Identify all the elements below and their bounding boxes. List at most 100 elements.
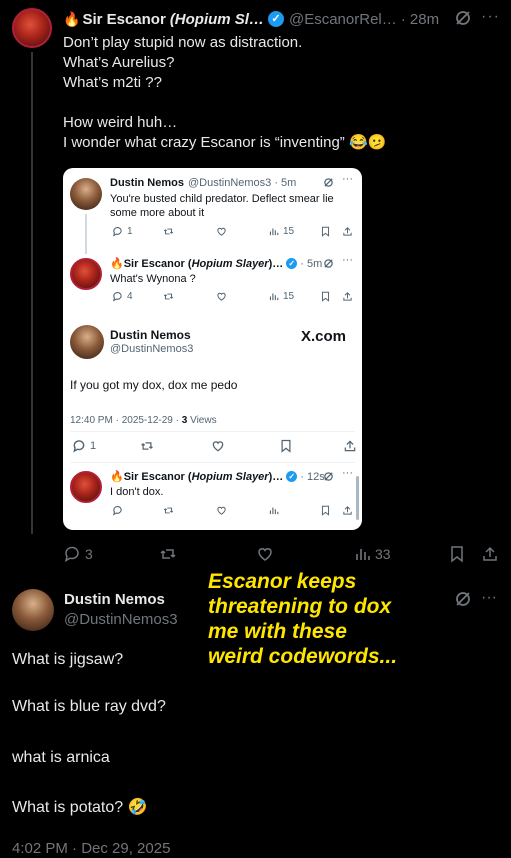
card-t3-actions: 1	[70, 439, 356, 455]
card-grok-icon	[323, 177, 334, 188]
card-verified-icon: ✓	[286, 258, 298, 269]
card-post-time: · 12s	[300, 470, 325, 483]
card-share-icon	[342, 291, 353, 302]
more-options-icon[interactable]: ···	[481, 8, 499, 26]
reply-button[interactable]: 3	[63, 545, 93, 563]
tweet-line: What’s Aurelius?	[63, 54, 175, 71]
card-author-handle: @DustinNemos3 · 5m	[187, 177, 297, 189]
reply-count: 3	[85, 546, 93, 562]
card-views-count: 15	[283, 226, 295, 237]
reply-author-name[interactable]: Dustin Nemos	[64, 591, 165, 608]
card-t1-text: You're busted child predator. Deflect sm…	[110, 193, 334, 219]
tweet-line-empty	[63, 93, 503, 113]
main-tweet-body: Don’t play stupid now as distraction. Wh…	[63, 33, 503, 153]
card-reply-count: 4	[127, 291, 133, 302]
card-divider	[70, 431, 355, 432]
tweet-line: What’s m2ti ??	[63, 74, 162, 91]
card-bookmark-icon	[279, 439, 293, 453]
reply-line: what is arnica	[12, 749, 110, 766]
card-views-count: 15	[283, 291, 295, 302]
views-button[interactable]: 33	[353, 545, 391, 563]
retweet-button[interactable]	[159, 545, 177, 563]
grok-icon[interactable]	[454, 9, 472, 27]
card-author-name: 🔥Sir Escanor (	[110, 258, 192, 270]
card-views-action: 15	[268, 291, 294, 302]
card-author-name-end: )…	[268, 470, 284, 483]
card-reply-count: 1	[127, 226, 133, 237]
verified-icon: ✓	[267, 11, 284, 27]
card-reply-count: 1	[90, 440, 97, 452]
reply-line: What is jigsaw?	[12, 651, 124, 668]
card-reply-action: 1	[112, 226, 133, 237]
card-like-icon	[216, 291, 227, 302]
card-t3-text: If you got my dox, dox me pedo	[70, 378, 238, 392]
tweet-line: Don’t play stupid now as distraction.	[63, 34, 303, 51]
xcom-badge: X.com	[301, 328, 347, 345]
card-t2-text: What's Wynona ?	[110, 273, 196, 285]
card-author-name-italic: Hopium Slayer	[191, 470, 269, 483]
card-author-name-italic: Hopium Slayer	[191, 257, 269, 270]
card-scrollbar	[356, 476, 359, 520]
card-like-icon	[216, 505, 227, 516]
card-like-icon	[216, 226, 227, 237]
main-tweet-header: 🔥 Sir Escanor (Hopium Sl… ✓ @EscanorRel……	[63, 9, 503, 29]
card-t3-meta: 12:40 PM · 2025-12-29 · 3 Views	[70, 415, 217, 426]
card-t4-text: I don't dox.	[110, 486, 164, 498]
card-t1-actions: 1 15	[110, 226, 355, 240]
avatar-dustin[interactable]	[12, 589, 54, 631]
card-retweet-icon	[163, 226, 174, 237]
main-tweet-actions: 3 33	[63, 545, 503, 565]
card-avatar-dustin	[70, 325, 104, 359]
card-avatar-escanor	[70, 471, 102, 503]
like-button[interactable]	[256, 545, 274, 563]
card-author-name: 🔥Sir Escanor (	[110, 471, 192, 483]
card-author-name: Dustin Nemos	[110, 328, 191, 342]
share-button[interactable]	[481, 545, 499, 563]
card-retweet-icon	[140, 439, 154, 453]
reply-author-handle[interactable]: @DustinNemos3	[64, 611, 178, 628]
fire-emoji: 🔥	[63, 10, 81, 27]
reply-more-options-icon[interactable]: ···	[481, 589, 499, 607]
card-more-icon: ···	[342, 173, 353, 185]
reply-line: What is potato? 🤣	[12, 799, 148, 816]
card-more-icon: ···	[342, 254, 353, 266]
card-t4-header: 🔥Sir Escanor ( Hopium Slayer )… ✓ · 12s	[110, 470, 355, 484]
avatar-escanor[interactable]	[12, 8, 52, 48]
overlay-caption: Escanor keeps threatening to dox me with…	[208, 569, 448, 669]
bookmark-button[interactable]	[448, 545, 466, 563]
card-avatar-escanor	[70, 258, 102, 290]
tweet-line: I wonder what crazy Escanor is “inventin…	[63, 134, 387, 151]
author-name-suffix[interactable]: (Hopium Sl…	[170, 11, 264, 28]
card-grok-icon	[323, 471, 334, 482]
author-handle[interactable]: @EscanorRel…	[289, 11, 397, 28]
author-name[interactable]: Sir Escanor	[82, 11, 165, 28]
card-post-time: · 5m	[300, 257, 323, 270]
card-divider	[70, 462, 355, 463]
caption-line: Escanor keeps	[208, 570, 357, 593]
card-more-icon: ···	[342, 467, 353, 479]
card-bookmark-icon	[320, 226, 331, 237]
card-views-icon	[268, 505, 279, 516]
card-t2-header: 🔥Sir Escanor ( Hopium Slayer )… ✓ · 5m	[110, 257, 355, 271]
views-count: 33	[375, 546, 391, 562]
card-reply-icon	[112, 505, 123, 516]
reply-line: What is blue ray dvd?	[12, 698, 166, 715]
card-grok-icon	[323, 258, 334, 269]
card-t3-time: 12:40 PM · 2025-12-29 ·	[70, 415, 182, 426]
card-retweet-icon	[163, 505, 174, 516]
card-bookmark-icon	[320, 505, 331, 516]
reply-timestamp[interactable]: 4:02 PM · Dec 29, 2025	[12, 840, 170, 857]
card-views-action: 15	[268, 226, 294, 237]
card-thread-line	[85, 214, 87, 254]
reply-grok-icon[interactable]	[454, 590, 472, 608]
card-share-icon	[342, 226, 353, 237]
tweet-line: How weird huh…	[63, 114, 178, 131]
card-share-icon	[342, 505, 353, 516]
card-t3-views-label: Views	[187, 415, 217, 426]
card-t2-actions: 4 15	[110, 291, 355, 305]
card-author-handle: @DustinNemos3	[110, 343, 194, 355]
post-time[interactable]: · 28m	[401, 11, 439, 28]
embedded-screenshot[interactable]: Dustin Nemos @DustinNemos3 · 5m ··· You'…	[63, 168, 362, 530]
card-like-icon	[211, 439, 225, 453]
card-reply-action: 4	[112, 291, 133, 302]
